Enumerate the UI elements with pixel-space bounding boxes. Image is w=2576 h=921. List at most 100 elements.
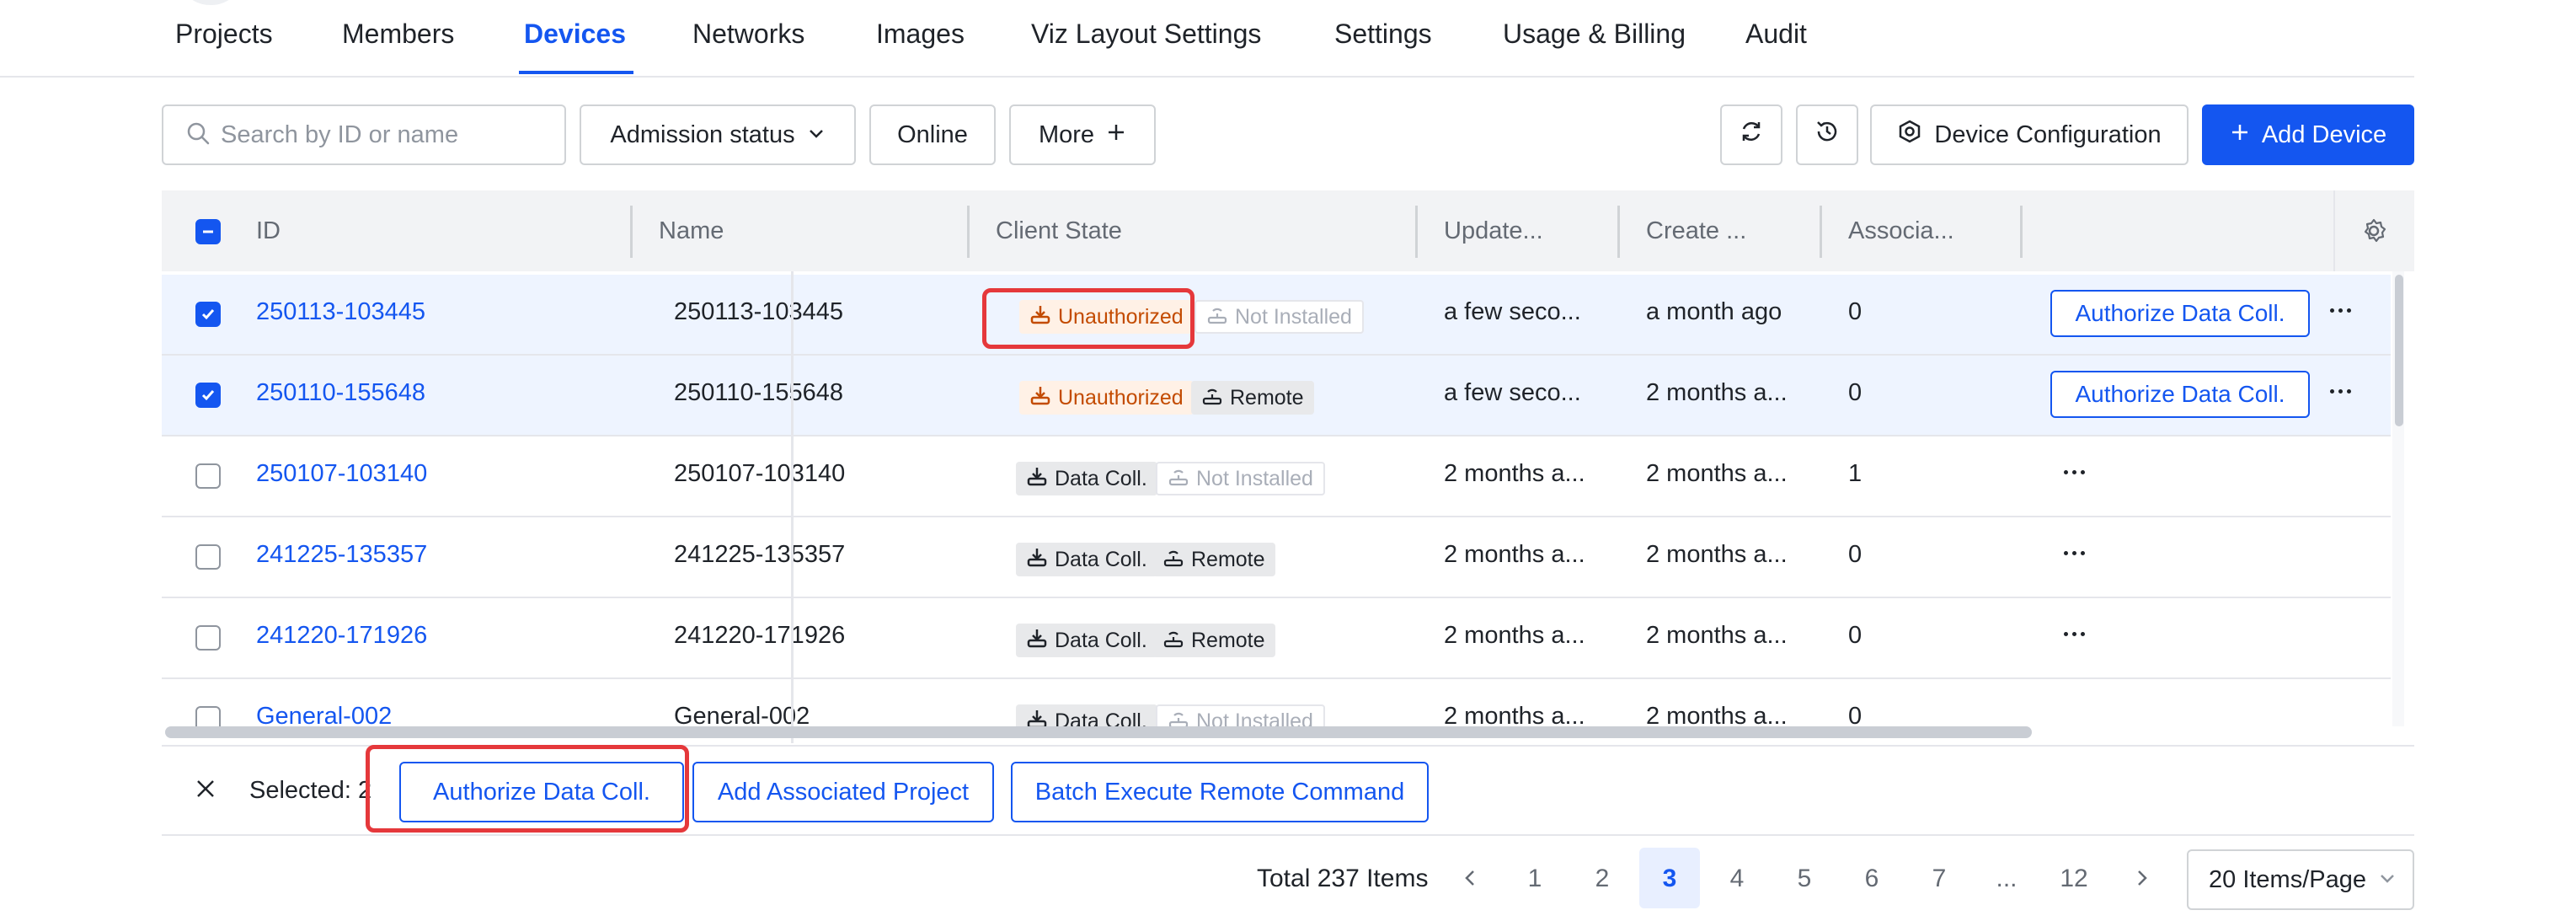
updated-time: 2 months a... <box>1444 541 1585 568</box>
more-actions-icon[interactable] <box>2330 308 2355 317</box>
column-header-name[interactable]: Name <box>659 217 724 245</box>
add-device-button[interactable]: Add Device <box>2202 104 2414 165</box>
authorize-data-collection-button[interactable]: Authorize Data Coll. <box>2050 290 2310 337</box>
chevron-left-icon[interactable] <box>1461 868 1481 892</box>
remote-icon <box>1206 303 1228 331</box>
tab-settings[interactable]: Settings <box>1334 19 1432 50</box>
table-row[interactable]: 250113-103445 250113-103445 Unauthorized… <box>162 275 2391 356</box>
device-configuration-label: Device Configuration <box>1934 120 2162 148</box>
tab-viz-layout-settings[interactable]: Viz Layout Settings <box>1031 19 1261 50</box>
page-size-select[interactable]: 20 Items/Page <box>2187 849 2414 910</box>
device-id-link[interactable]: 250110-155648 <box>256 379 425 407</box>
select-all-checkbox[interactable] <box>195 219 221 244</box>
chevron-right-icon[interactable] <box>2131 868 2151 892</box>
selected-count-label: Selected: 2 <box>249 777 372 804</box>
page-size-label: 20 Items/Page <box>2209 865 2366 893</box>
admission-status-dropdown[interactable]: Admission status <box>580 104 856 165</box>
page-12[interactable]: 12 <box>2057 865 2091 893</box>
page-6[interactable]: 6 <box>1855 865 1889 893</box>
status-badge-label: Not Installed <box>1235 304 1352 329</box>
status-badge-label: Remote <box>1191 547 1265 571</box>
device-name: 241225-135357 <box>674 541 846 568</box>
table-row[interactable]: 250107-103140 250107-103140 Data Coll. N… <box>162 436 2391 517</box>
status-badge-data-collection: Data Coll. <box>1016 462 1157 495</box>
status-badge-label: Data Coll. <box>1055 547 1147 571</box>
column-header-created[interactable]: Create ... <box>1646 217 1746 245</box>
more-actions-icon[interactable] <box>2330 389 2355 398</box>
created-time: 2 months a... <box>1646 541 1788 568</box>
column-resizer[interactable] <box>2020 206 2023 258</box>
chevron-down-icon <box>807 121 826 149</box>
data-collection-icon <box>1026 627 1048 655</box>
column-resizer[interactable] <box>630 206 633 258</box>
table-row[interactable]: 241220-171926 241220-171926 Data Coll. R… <box>162 598 2391 679</box>
active-tab-indicator <box>519 71 633 74</box>
created-time: 2 months a... <box>1646 622 1788 649</box>
column-resizer[interactable] <box>1617 206 1620 258</box>
status-badge-not-installed: Not Installed <box>1156 462 1325 495</box>
table-row[interactable]: 250110-155648 250110-155648 Unauthorized… <box>162 356 2391 436</box>
tab-devices[interactable]: Devices <box>524 19 626 50</box>
admission-status-label: Admission status <box>610 120 795 148</box>
remote-icon <box>1162 546 1184 574</box>
remote-icon <box>1168 465 1189 493</box>
page-5[interactable]: 5 <box>1788 865 1821 893</box>
column-header-client-state[interactable]: Client State <box>996 217 1122 245</box>
column-resizer[interactable] <box>967 206 970 258</box>
batch-execute-remote-command-button[interactable]: Batch Execute Remote Command <box>1011 762 1429 822</box>
row-checkbox[interactable] <box>195 302 221 327</box>
tab-audit[interactable]: Audit <box>1745 19 1807 50</box>
settings-column-divider <box>2333 190 2335 271</box>
device-name: 250110-155648 <box>674 379 844 406</box>
updated-time: a few seco... <box>1444 379 1581 406</box>
row-checkbox[interactable] <box>195 463 221 489</box>
add-associated-project-button[interactable]: Add Associated Project <box>692 762 994 822</box>
tab-usage-billing[interactable]: Usage & Billing <box>1503 19 1686 50</box>
more-actions-icon[interactable] <box>2064 470 2089 479</box>
page-3[interactable]: 3 <box>1653 865 1686 893</box>
column-settings-icon[interactable] <box>2360 217 2387 249</box>
page-7[interactable]: 7 <box>1922 865 1956 893</box>
device-name: 250113-103445 <box>674 298 844 325</box>
device-name: 241220-171926 <box>674 622 846 649</box>
tab-images[interactable]: Images <box>876 19 965 50</box>
device-configuration-button[interactable]: Device Configuration <box>1870 104 2189 165</box>
row-checkbox[interactable] <box>195 625 221 651</box>
tab-members[interactable]: Members <box>342 19 454 50</box>
associated-count: 1 <box>1848 460 1863 487</box>
page-4[interactable]: 4 <box>1720 865 1754 893</box>
device-id-link[interactable]: 241225-135357 <box>256 541 427 569</box>
vertical-scrollbar[interactable] <box>2395 275 2403 426</box>
row-checkbox[interactable] <box>195 383 221 408</box>
batch-command-label: Batch Execute Remote Command <box>1034 778 1405 806</box>
horizontal-scrollbar[interactable] <box>165 726 2032 738</box>
tab-projects[interactable]: Projects <box>175 19 273 50</box>
close-icon[interactable] <box>194 777 217 805</box>
page-2[interactable]: 2 <box>1585 865 1619 893</box>
history-button[interactable] <box>1796 104 1858 165</box>
refresh-button[interactable] <box>1720 104 1782 165</box>
device-id-link[interactable]: 241220-171926 <box>256 622 427 650</box>
page-1[interactable]: 1 <box>1518 865 1552 893</box>
table-row[interactable]: 241225-135357 241225-135357 Data Coll. R… <box>162 517 2391 598</box>
device-id-link[interactable]: 250113-103445 <box>256 298 425 326</box>
more-actions-icon[interactable] <box>2064 551 2089 560</box>
authorize-data-collection-button[interactable]: Authorize Data Coll. <box>2050 371 2310 418</box>
column-header-associated[interactable]: Associa... <box>1848 217 1954 245</box>
row-checkbox[interactable] <box>195 544 221 570</box>
history-icon <box>1814 118 1841 152</box>
created-time: 2 months a... <box>1646 379 1788 406</box>
column-resizer[interactable] <box>1820 206 1822 258</box>
gear-hex-icon <box>1897 119 1922 151</box>
page-ellipsis[interactable]: ... <box>1990 865 2023 893</box>
device-id-link[interactable]: 250107-103140 <box>256 460 427 488</box>
online-filter-button[interactable]: Online <box>869 104 996 165</box>
status-badge-label: Remote <box>1191 628 1265 652</box>
tab-networks[interactable]: Networks <box>692 19 804 50</box>
search-input[interactable]: Search by ID or name <box>162 104 566 165</box>
more-actions-icon[interactable] <box>2064 632 2089 640</box>
column-header-updated[interactable]: Update... <box>1444 217 1543 245</box>
column-resizer[interactable] <box>1415 206 1418 258</box>
more-filters-button[interactable]: More <box>1009 104 1156 165</box>
column-header-id[interactable]: ID <box>256 217 281 245</box>
